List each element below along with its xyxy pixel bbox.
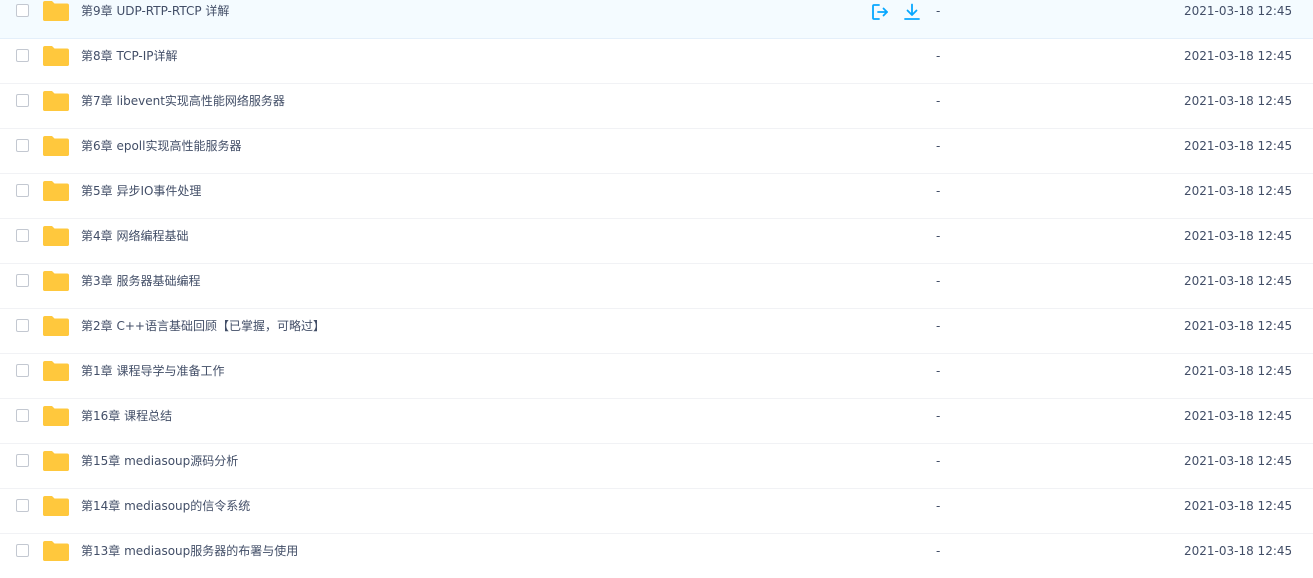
file-row[interactable]: 第8章 TCP-IP详解 - 2021-03-18 12:45	[0, 39, 1313, 84]
folder-icon	[43, 136, 69, 156]
file-size: -	[936, 499, 941, 513]
file-size: -	[936, 4, 941, 18]
file-name[interactable]: 第7章 libevent实现高性能网络服务器	[81, 84, 285, 118]
modified-date: 2021-03-18 12:45	[1184, 4, 1293, 18]
file-size: -	[936, 229, 941, 243]
modified-date: 2021-03-18 12:45	[1184, 544, 1293, 558]
folder-icon	[43, 46, 69, 66]
file-row[interactable]: 第13章 mediasoup服务器的布署与使用 - 2021-03-18 12:…	[0, 534, 1313, 578]
file-row[interactable]: 第14章 mediasoup的信令系统 - 2021-03-18 12:45	[0, 489, 1313, 534]
folder-icon	[43, 361, 69, 381]
file-name[interactable]: 第3章 服务器基础编程	[81, 264, 200, 298]
row-checkbox[interactable]	[16, 49, 29, 62]
file-row[interactable]: 第2章 C++语言基础回顾【已掌握，可略过】 - 2021-03-18 12:4…	[0, 309, 1313, 354]
folder-icon	[43, 451, 69, 471]
file-list: 第9章 UDP-RTP-RTCP 详解 - 2021-03-18 12:45 第…	[0, 0, 1313, 578]
file-name[interactable]: 第6章 epoll实现高性能服务器	[81, 129, 241, 163]
row-checkbox[interactable]	[16, 94, 29, 107]
row-checkbox[interactable]	[16, 274, 29, 287]
file-name[interactable]: 第5章 异步IO事件处理	[81, 174, 201, 208]
file-size: -	[936, 544, 941, 558]
folder-icon	[43, 271, 69, 291]
row-checkbox[interactable]	[16, 499, 29, 512]
modified-date: 2021-03-18 12:45	[1184, 49, 1293, 63]
folder-icon	[43, 406, 69, 426]
download-icon[interactable]	[902, 2, 922, 22]
file-size: -	[936, 49, 941, 63]
row-checkbox[interactable]	[16, 139, 29, 152]
file-name[interactable]: 第8章 TCP-IP详解	[81, 39, 178, 73]
folder-icon	[43, 181, 69, 201]
file-row[interactable]: 第1章 课程导学与准备工作 - 2021-03-18 12:45	[0, 354, 1313, 399]
file-name[interactable]: 第14章 mediasoup的信令系统	[81, 489, 250, 523]
modified-date: 2021-03-18 12:45	[1184, 499, 1293, 513]
row-checkbox[interactable]	[16, 544, 29, 557]
modified-date: 2021-03-18 12:45	[1184, 94, 1293, 108]
modified-date: 2021-03-18 12:45	[1184, 139, 1293, 153]
file-row[interactable]: 第9章 UDP-RTP-RTCP 详解 - 2021-03-18 12:45	[0, 0, 1313, 39]
modified-date: 2021-03-18 12:45	[1184, 454, 1293, 468]
row-checkbox[interactable]	[16, 229, 29, 242]
file-name[interactable]: 第4章 网络编程基础	[81, 219, 188, 253]
file-size: -	[936, 364, 941, 378]
modified-date: 2021-03-18 12:45	[1184, 274, 1293, 288]
file-row[interactable]: 第6章 epoll实现高性能服务器 - 2021-03-18 12:45	[0, 129, 1313, 174]
file-row[interactable]: 第7章 libevent实现高性能网络服务器 - 2021-03-18 12:4…	[0, 84, 1313, 129]
row-checkbox[interactable]	[16, 184, 29, 197]
file-size: -	[936, 139, 941, 153]
folder-icon	[43, 226, 69, 246]
file-row[interactable]: 第4章 网络编程基础 - 2021-03-18 12:45	[0, 219, 1313, 264]
file-name[interactable]: 第9章 UDP-RTP-RTCP 详解	[81, 0, 229, 28]
modified-date: 2021-03-18 12:45	[1184, 184, 1293, 198]
file-name[interactable]: 第16章 课程总结	[81, 399, 172, 433]
file-size: -	[936, 94, 941, 108]
file-size: -	[936, 454, 941, 468]
file-row[interactable]: 第3章 服务器基础编程 - 2021-03-18 12:45	[0, 264, 1313, 309]
folder-icon	[43, 1, 69, 21]
file-name[interactable]: 第15章 mediasoup源码分析	[81, 444, 238, 478]
folder-icon	[43, 91, 69, 111]
row-checkbox[interactable]	[16, 319, 29, 332]
file-size: -	[936, 409, 941, 423]
file-name[interactable]: 第2章 C++语言基础回顾【已掌握，可略过】	[81, 309, 325, 343]
file-size: -	[936, 184, 941, 198]
row-actions	[870, 2, 922, 22]
file-row[interactable]: 第15章 mediasoup源码分析 - 2021-03-18 12:45	[0, 444, 1313, 489]
file-size: -	[936, 274, 941, 288]
folder-icon	[43, 541, 69, 561]
share-icon[interactable]	[870, 2, 890, 22]
file-name[interactable]: 第1章 课程导学与准备工作	[81, 354, 224, 388]
row-checkbox[interactable]	[16, 409, 29, 422]
file-name[interactable]: 第13章 mediasoup服务器的布署与使用	[81, 534, 298, 568]
row-checkbox[interactable]	[16, 4, 29, 17]
row-checkbox[interactable]	[16, 364, 29, 377]
modified-date: 2021-03-18 12:45	[1184, 409, 1293, 423]
modified-date: 2021-03-18 12:45	[1184, 319, 1293, 333]
file-size: -	[936, 319, 941, 333]
folder-icon	[43, 316, 69, 336]
file-row[interactable]: 第5章 异步IO事件处理 - 2021-03-18 12:45	[0, 174, 1313, 219]
folder-icon	[43, 496, 69, 516]
modified-date: 2021-03-18 12:45	[1184, 229, 1293, 243]
modified-date: 2021-03-18 12:45	[1184, 364, 1293, 378]
row-checkbox[interactable]	[16, 454, 29, 467]
file-row[interactable]: 第16章 课程总结 - 2021-03-18 12:45	[0, 399, 1313, 444]
